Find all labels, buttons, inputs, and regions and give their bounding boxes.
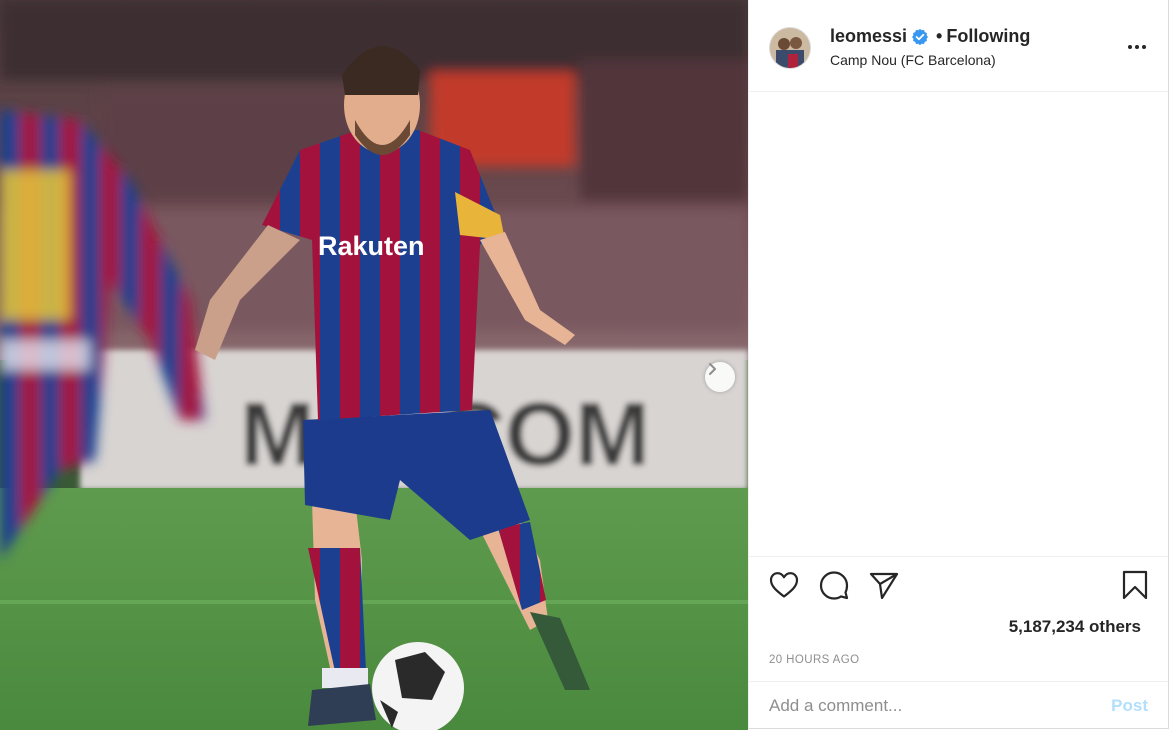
comments-list[interactable] [749, 92, 1168, 554]
post-comment-button[interactable]: Post [1111, 696, 1148, 716]
carousel-next-button[interactable] [705, 362, 735, 392]
post-sidebar: leomessi • Following Camp Nou (FC Barcel… [748, 0, 1169, 729]
instagram-post-dialog: M COM Rakuten leomessi • Following Camp … [0, 0, 1169, 730]
share-button[interactable] [868, 571, 900, 603]
user-row: leomessi • Following [830, 26, 1030, 47]
post-timestamp[interactable]: 20 HOURS AGO [769, 654, 859, 666]
post-actions: 5,187,234 others 20 HOURS AGO [749, 556, 1168, 681]
svg-text:Rakuten: Rakuten [318, 231, 425, 261]
likes-count[interactable]: 5,187,234 others [1009, 617, 1141, 637]
bookmark-icon [1122, 570, 1148, 605]
separator-dot: • [936, 26, 943, 46]
post-header: leomessi • Following Camp Nou (FC Barcel… [749, 0, 1168, 92]
like-button[interactable] [768, 571, 800, 603]
comment-bubble-icon [819, 570, 849, 605]
save-button[interactable] [1119, 570, 1151, 605]
post-photo: M COM Rakuten [0, 0, 748, 730]
heart-icon [769, 571, 799, 604]
comment-form: Post [749, 681, 1168, 729]
more-options-icon [1127, 37, 1147, 55]
location-link[interactable]: Camp Nou (FC Barcelona) [830, 52, 996, 68]
post-media[interactable]: M COM Rakuten [0, 0, 748, 730]
paper-plane-icon [869, 571, 899, 604]
more-options-button[interactable] [1125, 38, 1149, 54]
following-button[interactable]: Following [946, 26, 1030, 47]
username-link[interactable]: leomessi [830, 26, 907, 47]
comment-input[interactable] [769, 694, 1099, 718]
comment-button[interactable] [818, 570, 850, 605]
verified-badge-icon [912, 28, 929, 45]
avatar[interactable] [769, 27, 811, 69]
